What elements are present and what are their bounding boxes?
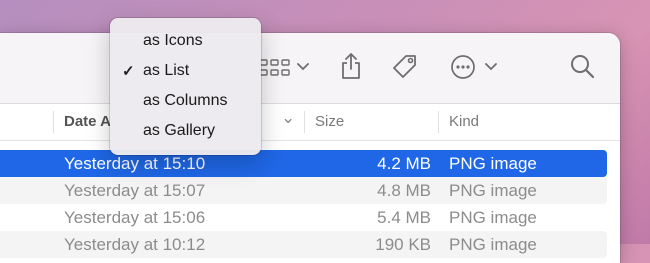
toolbar: [0, 33, 620, 104]
table-row[interactable]: Yesterday at 15:07 4.8 MB PNG image: [0, 177, 607, 204]
column-header-size[interactable]: Size: [315, 113, 344, 130]
kind-cell: PNG image: [449, 235, 537, 254]
menu-item-as-gallery[interactable]: as Gallery: [110, 116, 261, 146]
sort-chevron-icon[interactable]: ⌄: [281, 108, 295, 128]
view-options-grid-icon[interactable]: [258, 55, 292, 81]
view-options-menu: as Icons ✓ as List as Columns as Gallery: [110, 18, 261, 155]
share-icon[interactable]: [337, 50, 365, 82]
finder-window: Date A ⌄ Size Kind Yesterday at 15:10 4.…: [0, 33, 620, 263]
column-divider: [304, 111, 305, 133]
menu-item-as-columns[interactable]: as Columns: [110, 86, 261, 116]
date-cell: Yesterday at 15:07: [64, 181, 206, 200]
size-cell: 190 KB: [375, 235, 431, 254]
table-row[interactable]: Yesterday at 15:06 5.4 MB PNG image: [0, 204, 607, 231]
checkmark-icon: ✓: [122, 63, 135, 80]
kind-cell: PNG image: [449, 208, 537, 227]
menu-item-label: as List: [143, 62, 190, 79]
menu-item-label: as Gallery: [143, 122, 216, 139]
date-cell: Yesterday at 10:12: [64, 235, 206, 254]
column-header: Date A ⌄ Size Kind: [0, 104, 620, 141]
table-row[interactable]: Yesterday at 10:12 190 KB PNG image: [0, 231, 607, 258]
kind-cell: PNG image: [449, 154, 537, 173]
search-icon[interactable]: [568, 52, 596, 80]
menu-item-as-icons[interactable]: as Icons: [110, 26, 261, 56]
size-cell: 4.8 MB: [377, 181, 431, 200]
size-cell: 5.4 MB: [377, 208, 431, 227]
chevron-down-icon[interactable]: [484, 59, 498, 75]
more-actions-icon[interactable]: [449, 53, 477, 81]
column-header-kind[interactable]: Kind: [449, 113, 479, 130]
menu-item-as-list[interactable]: ✓ as List: [110, 56, 261, 86]
column-divider: [438, 111, 439, 133]
date-cell: Yesterday at 15:10: [64, 154, 206, 173]
table-row[interactable]: Yesterday at 15:10 4.2 MB PNG image: [0, 150, 607, 177]
tag-icon[interactable]: [389, 51, 421, 83]
menu-item-label: as Icons: [143, 32, 203, 49]
kind-cell: PNG image: [449, 181, 537, 200]
chevron-down-icon[interactable]: [296, 59, 310, 75]
column-header-date[interactable]: Date A: [64, 113, 111, 130]
size-cell: 4.2 MB: [377, 154, 431, 173]
date-cell: Yesterday at 15:06: [64, 208, 206, 227]
column-divider: [53, 111, 54, 133]
menu-item-label: as Columns: [143, 92, 228, 109]
